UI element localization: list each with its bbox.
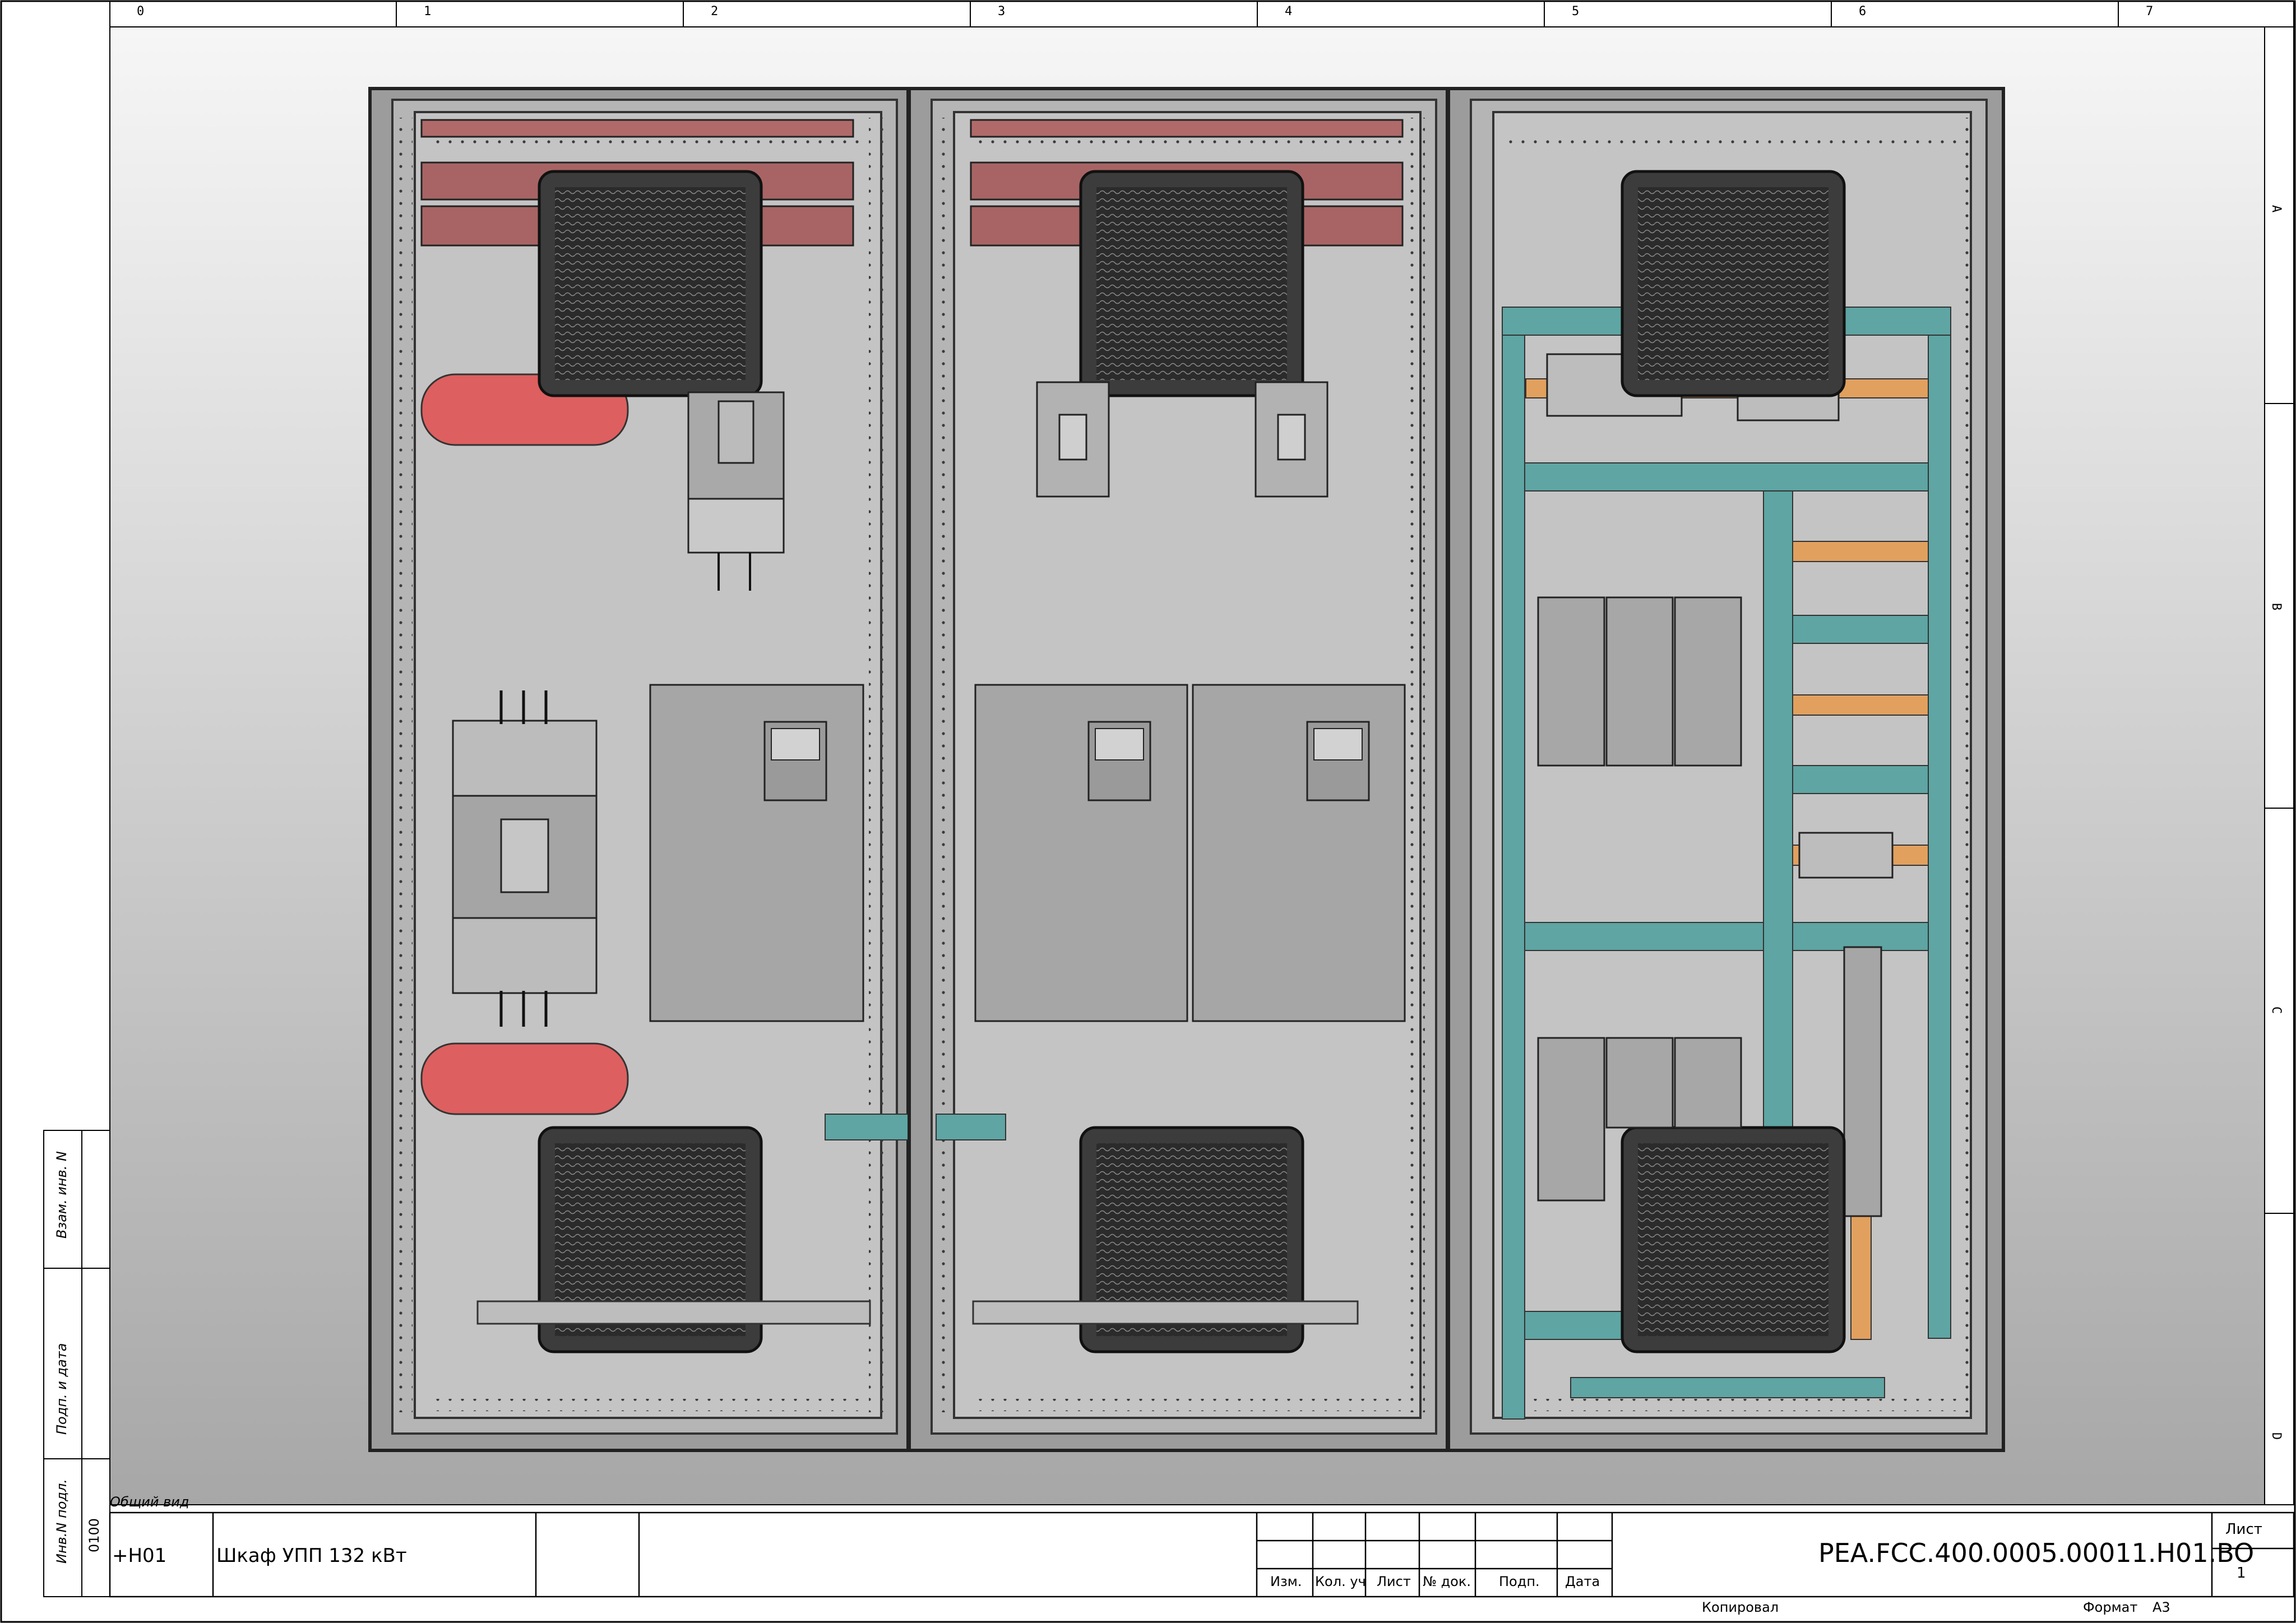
rev-header-doc: № док. [1423, 1574, 1471, 1589]
location-code: +H01 [112, 1545, 167, 1567]
document-designation: PEA.FCC.400.0005.00011.H01.BO [1818, 1538, 2255, 1568]
column-label-0: 0 [137, 4, 145, 18]
replace-inv-label: Взам. инв. N [54, 1151, 70, 1239]
column-label-3: 3 [998, 4, 1006, 18]
column-label-1: 1 [424, 4, 432, 18]
cabinet-1 [368, 87, 936, 1452]
inv-original-label: Инв.N подл. [54, 1479, 70, 1564]
column-label-6: 6 [1859, 4, 1867, 18]
inv-original-value: 0100 [86, 1518, 102, 1552]
rev-header-sign: Подп. [1499, 1574, 1540, 1589]
rev-header-list: Лист [1377, 1574, 1411, 1589]
row-label-c: C [2269, 1006, 2284, 1014]
row-label-a: A [2269, 205, 2284, 213]
row-label-d: D [2269, 1432, 2284, 1440]
cabinet-2 [908, 87, 1449, 1452]
format-value: А3 [2152, 1599, 2170, 1615]
sign-date-label: Подп. и дата [54, 1343, 70, 1435]
column-label-2: 2 [711, 4, 719, 18]
view-caption: Общий вид [110, 1494, 189, 1510]
cabinet-title: Шкаф УПП 132 кВт [216, 1545, 407, 1567]
sheet-number: 1 [2237, 1565, 2246, 1582]
cabinet-3 [1447, 87, 2005, 1452]
column-label-5: 5 [1572, 4, 1580, 18]
format-label: Формат [2083, 1599, 2138, 1615]
rev-header-kol: Кол. уч [1315, 1574, 1366, 1589]
rev-header-date: Дата [1565, 1574, 1600, 1589]
rev-header-izm: Изм. [1270, 1574, 1302, 1589]
sheet-label: Лист [2225, 1521, 2262, 1538]
column-label-4: 4 [1285, 4, 1293, 18]
column-label-7: 7 [2146, 4, 2154, 18]
row-label-b: B [2269, 602, 2284, 611]
drawing-canvas [0, 0, 2296, 1623]
copied-by-label: Копировал [1702, 1599, 1779, 1615]
